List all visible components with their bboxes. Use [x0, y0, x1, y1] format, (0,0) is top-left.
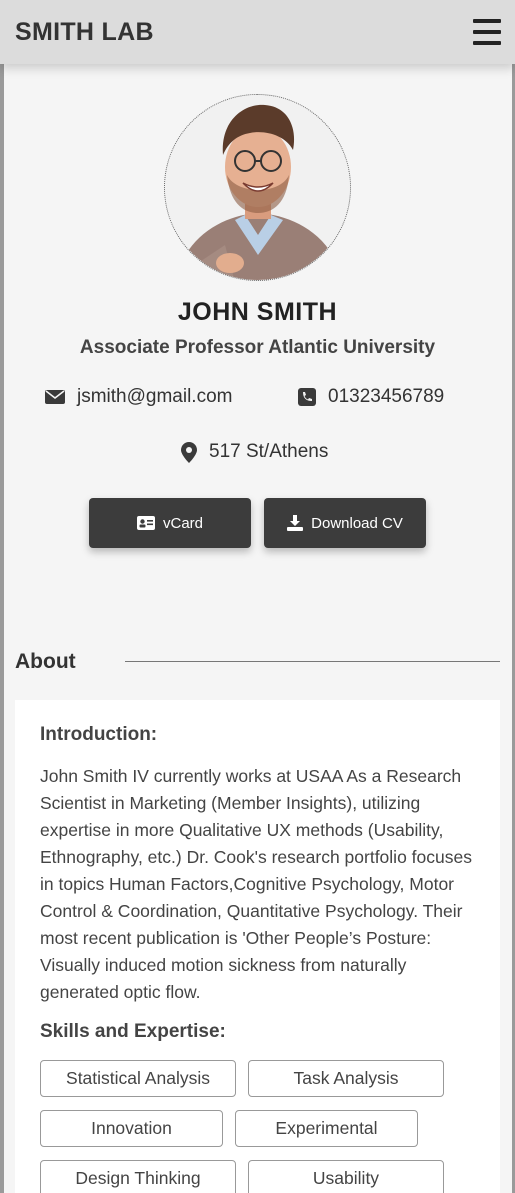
download-cv-label: Download CV — [311, 514, 403, 532]
left-frame-border — [0, 0, 4, 1193]
skill-tag[interactable]: Design Thinking — [40, 1160, 236, 1193]
map-pin-icon — [181, 441, 197, 463]
address-text: 517 St/Athens — [209, 441, 329, 462]
vcard-label: vCard — [162, 514, 203, 532]
contact-email[interactable]: jsmith@gmail.com — [45, 386, 232, 408]
skill-tag[interactable]: Innovation — [40, 1110, 223, 1147]
intro-text: John Smith IV currently works at USAA As… — [40, 766, 472, 1002]
avatar — [164, 94, 351, 281]
contact-address: 517 St/Athens — [181, 441, 328, 463]
skill-tag[interactable]: Statistical Analysis — [40, 1060, 236, 1097]
skill-tag[interactable]: Usability — [248, 1160, 444, 1193]
vcard-button[interactable]: vCard — [89, 498, 251, 548]
envelope-icon — [45, 389, 65, 405]
skill-tag[interactable]: Experimental — [235, 1110, 418, 1147]
phone-icon — [298, 388, 316, 406]
profile-name: JOHN SMITH — [177, 298, 338, 326]
menu-icon[interactable] — [473, 19, 501, 45]
email-text[interactable]: jsmith@gmail.com — [77, 386, 232, 408]
intro-heading: Introduction: — [40, 724, 158, 745]
about-divider — [125, 661, 500, 662]
phone-text[interactable]: 01323456789 — [328, 386, 444, 408]
download-cv-button[interactable]: Download CV — [264, 498, 426, 548]
skills-heading: Skills and Expertise: — [40, 1021, 226, 1042]
download-icon — [287, 515, 304, 531]
about-card: Introduction: John Smith IV currently wo… — [15, 700, 500, 1193]
skill-tag[interactable]: Task Analysis — [248, 1060, 444, 1097]
profile-role: Associate Professor Atlantic University — [79, 337, 436, 358]
id-card-icon — [136, 516, 155, 530]
brand-title[interactable]: SMITH LAB — [15, 18, 154, 47]
contact-phone[interactable]: 01323456789 — [298, 386, 444, 408]
top-navbar: SMITH LAB — [0, 0, 515, 64]
about-title: About — [15, 650, 76, 673]
